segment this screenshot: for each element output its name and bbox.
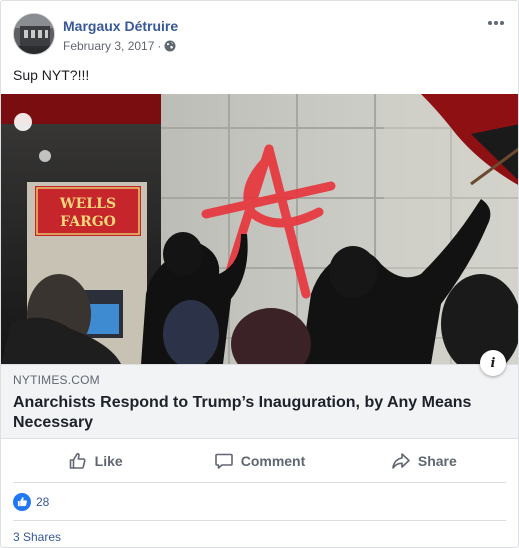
bank-sign-line-2: FARGO bbox=[60, 214, 116, 230]
action-bar: Like Comment Share bbox=[13, 439, 506, 483]
link-preview-image[interactable]: WELLS FARGO bbox=[1, 94, 518, 364]
link-domain: NYTIMES.COM bbox=[13, 373, 100, 387]
like-reaction-icon[interactable] bbox=[13, 492, 31, 511]
like-label: Like bbox=[94, 452, 123, 469]
like-button[interactable]: Like bbox=[13, 439, 177, 482]
reaction-summary: 28 bbox=[13, 483, 506, 521]
comment-button[interactable]: Comment bbox=[177, 439, 341, 482]
comment-label: Comment bbox=[240, 452, 306, 469]
post-meta: February 3, 2017 · bbox=[63, 39, 176, 53]
share-button[interactable]: Share bbox=[342, 439, 506, 482]
post-date[interactable]: February 3, 2017 bbox=[63, 39, 154, 53]
author-name[interactable]: Margaux Détruire bbox=[63, 18, 178, 34]
globe-icon[interactable] bbox=[164, 40, 176, 52]
shares-count[interactable]: 3 Shares bbox=[13, 530, 61, 544]
link-title[interactable]: Anarchists Respond to Trump’s Inaugurati… bbox=[13, 393, 493, 433]
more-options-icon[interactable] bbox=[486, 15, 506, 31]
bank-sign-line-1: WELLS bbox=[59, 196, 116, 212]
author-avatar[interactable] bbox=[13, 13, 55, 55]
thumbs-up-icon bbox=[69, 452, 86, 469]
post-card: Margaux Détruire February 3, 2017 · Sup … bbox=[0, 0, 519, 548]
share-label: Share bbox=[417, 452, 457, 469]
post-text: Sup NYT?!!! bbox=[13, 67, 90, 83]
link-preview-meta[interactable]: NYTIMES.COM Anarchists Respond to Trump’… bbox=[1, 364, 518, 439]
post-header: Margaux Détruire February 3, 2017 · bbox=[13, 13, 506, 61]
reaction-count[interactable]: 28 bbox=[36, 495, 49, 509]
share-icon bbox=[392, 452, 410, 469]
meta-separator: · bbox=[157, 39, 162, 53]
info-icon[interactable]: i bbox=[480, 350, 506, 376]
comment-icon bbox=[214, 453, 233, 469]
